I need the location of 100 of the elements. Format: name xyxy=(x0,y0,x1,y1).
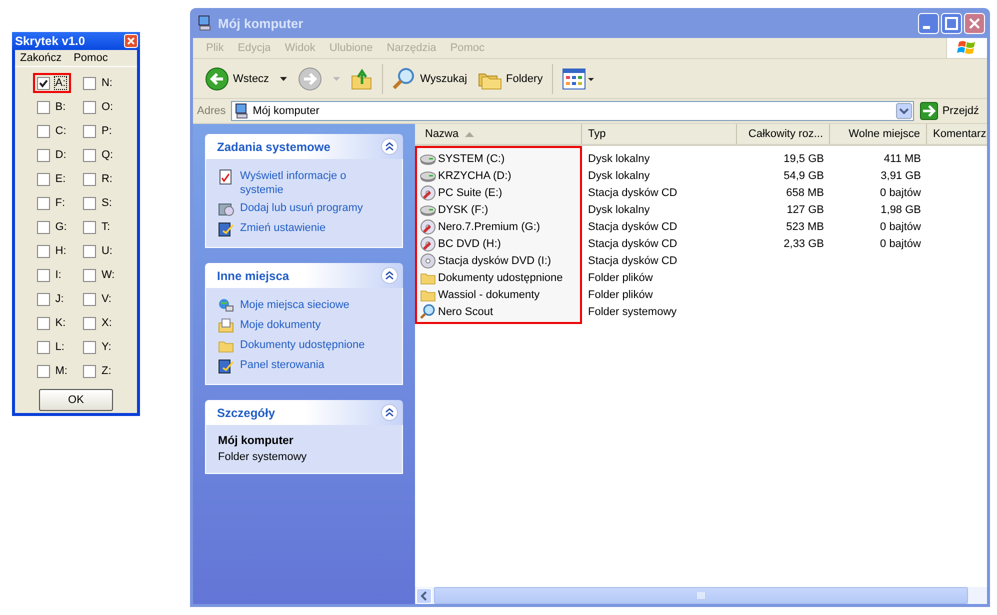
detail-name: Mój komputer xyxy=(218,435,294,447)
checkbox[interactable] xyxy=(83,124,96,138)
file-row[interactable]: Dokumenty udostępnione xyxy=(417,269,580,286)
search-button[interactable]: Wyszukaj xyxy=(388,64,472,92)
checkbox[interactable] xyxy=(83,100,96,114)
checkbox[interactable] xyxy=(37,100,50,114)
scrollbar[interactable] xyxy=(415,587,987,604)
checkbox[interactable] xyxy=(83,244,96,258)
checkbox[interactable] xyxy=(37,316,50,330)
checkbox-label: U: xyxy=(101,245,112,257)
menu-item[interactable]: Pomoc xyxy=(72,52,109,64)
file-row[interactable]: BC DVD (H:) xyxy=(417,235,580,252)
table-cell-text: 2,33 GB xyxy=(782,236,825,252)
checkbox[interactable] xyxy=(83,76,96,90)
checkbox[interactable] xyxy=(37,196,50,210)
collapse-chevron-icon[interactable] xyxy=(381,138,398,155)
task-link[interactable]: Panel sterowania xyxy=(240,358,324,372)
checkbox-label: B: xyxy=(55,101,66,113)
column-header[interactable]: Całkowity roz... xyxy=(737,124,830,144)
close-icon[interactable] xyxy=(124,34,138,48)
control-panel-icon xyxy=(218,221,234,237)
task-link[interactable]: Moje miejsca sieciowe xyxy=(240,298,350,312)
checkbox[interactable] xyxy=(83,220,96,234)
go-button[interactable]: Przejdź xyxy=(916,102,983,120)
file-row[interactable]: Nero.7.Premium (G:) xyxy=(417,218,580,235)
checkbox-label: N: xyxy=(101,77,112,89)
folder-document-icon xyxy=(218,318,234,334)
table-cell-text: Folder plików xyxy=(587,288,654,302)
file-row[interactable]: DYSK (F:) xyxy=(417,201,580,218)
checkbox-label: M: xyxy=(55,365,68,377)
checkbox[interactable] xyxy=(83,172,96,186)
checkbox[interactable] xyxy=(83,340,96,354)
table-cell-text: 658 MB xyxy=(785,186,825,200)
back-button[interactable]: Wstecz xyxy=(201,64,274,92)
checkbox[interactable] xyxy=(37,76,50,90)
window-title: Mój komputer xyxy=(218,16,304,30)
checkbox[interactable] xyxy=(83,148,96,162)
control-panel-icon xyxy=(218,358,234,374)
panel-title: Szczegóły xyxy=(217,406,276,420)
task-link[interactable]: Wyświetl informacje o systemie xyxy=(240,169,390,197)
table-cell-text: 54,9 GB xyxy=(782,168,825,184)
table-cell-text: 0 bajtów xyxy=(879,236,922,252)
disc-icon xyxy=(420,252,436,268)
address-label: Adres xyxy=(196,105,227,117)
checkbox[interactable] xyxy=(37,244,50,258)
checkbox[interactable] xyxy=(37,340,50,354)
column-header[interactable]: Nazwa xyxy=(415,124,582,144)
close-icon[interactable] xyxy=(964,12,985,34)
task-link[interactable]: Dokumenty udostępnione xyxy=(240,338,365,352)
column-header[interactable]: Typ xyxy=(582,124,737,144)
column-header[interactable]: Komentarz xyxy=(927,124,987,144)
checkbox-label: L: xyxy=(55,341,64,353)
checkbox[interactable] xyxy=(37,364,50,378)
collapse-chevron-icon[interactable] xyxy=(381,404,398,421)
folders-button[interactable]: Foldery xyxy=(474,66,547,92)
checkbox[interactable] xyxy=(37,124,50,138)
file-row[interactable]: SYSTEM (C:) xyxy=(417,150,580,167)
task-link[interactable]: Moje dokumenty xyxy=(240,318,321,332)
collapse-chevron-icon[interactable] xyxy=(381,267,398,284)
checkbox[interactable] xyxy=(37,268,50,282)
checkbox-label: F: xyxy=(55,197,66,209)
column-header[interactable]: Wolne miejsce xyxy=(830,124,927,144)
task-link[interactable]: Dodaj lub usuń programy xyxy=(240,201,363,215)
file-row[interactable]: Wassiol - dokumenty xyxy=(417,286,580,303)
checkbox[interactable] xyxy=(83,364,96,378)
checkbox[interactable] xyxy=(37,172,50,186)
minimize-icon[interactable] xyxy=(918,12,939,34)
checkbox-label: X: xyxy=(101,317,112,329)
file-row[interactable]: KRZYCHA (D:) xyxy=(417,167,580,184)
checkbox[interactable] xyxy=(37,292,50,306)
checkbox[interactable] xyxy=(37,220,50,234)
checkbox[interactable] xyxy=(83,316,96,330)
ok-button[interactable]: OK xyxy=(39,389,113,411)
table-cell-text: 127 GB xyxy=(786,202,825,218)
file-row[interactable]: PC Suite (E:) xyxy=(417,184,580,201)
computer-icon xyxy=(197,15,213,31)
table-cell-text: 1,98 GB xyxy=(880,202,922,218)
table-cell-text: 3,91 GB xyxy=(880,168,922,184)
maximize-icon[interactable] xyxy=(941,12,962,34)
file-row[interactable]: Stacja dysków DVD (I:) xyxy=(417,252,580,269)
view-grid-icon xyxy=(562,68,594,90)
task-link[interactable]: Zmień ustawienie xyxy=(240,221,326,235)
checkbox-label: Q: xyxy=(101,149,114,161)
table-cell-text: Folder plików xyxy=(587,270,654,286)
file-row[interactable]: Nero Scout xyxy=(417,303,580,320)
checkbox[interactable] xyxy=(83,196,96,210)
checkbox-label: C: xyxy=(55,125,66,137)
checkbox[interactable] xyxy=(83,292,96,306)
table-cell-text: 19,5 GB xyxy=(782,152,825,166)
checkbox-label: Y: xyxy=(101,341,112,353)
menu-item[interactable]: Zakończ xyxy=(19,52,63,64)
checkbox[interactable] xyxy=(83,268,96,282)
table-cell-text: 0 bajtów xyxy=(879,186,922,200)
dropdown-caret-icon[interactable] xyxy=(280,76,288,80)
table-cell-text: Dysk lokalny xyxy=(587,168,651,184)
magnifier-icon xyxy=(420,304,436,320)
checkbox-label: W: xyxy=(101,269,115,281)
address-field[interactable]: Mój komputer xyxy=(230,101,914,121)
checkbox[interactable] xyxy=(37,148,50,162)
checkbox-label: I: xyxy=(55,269,62,281)
